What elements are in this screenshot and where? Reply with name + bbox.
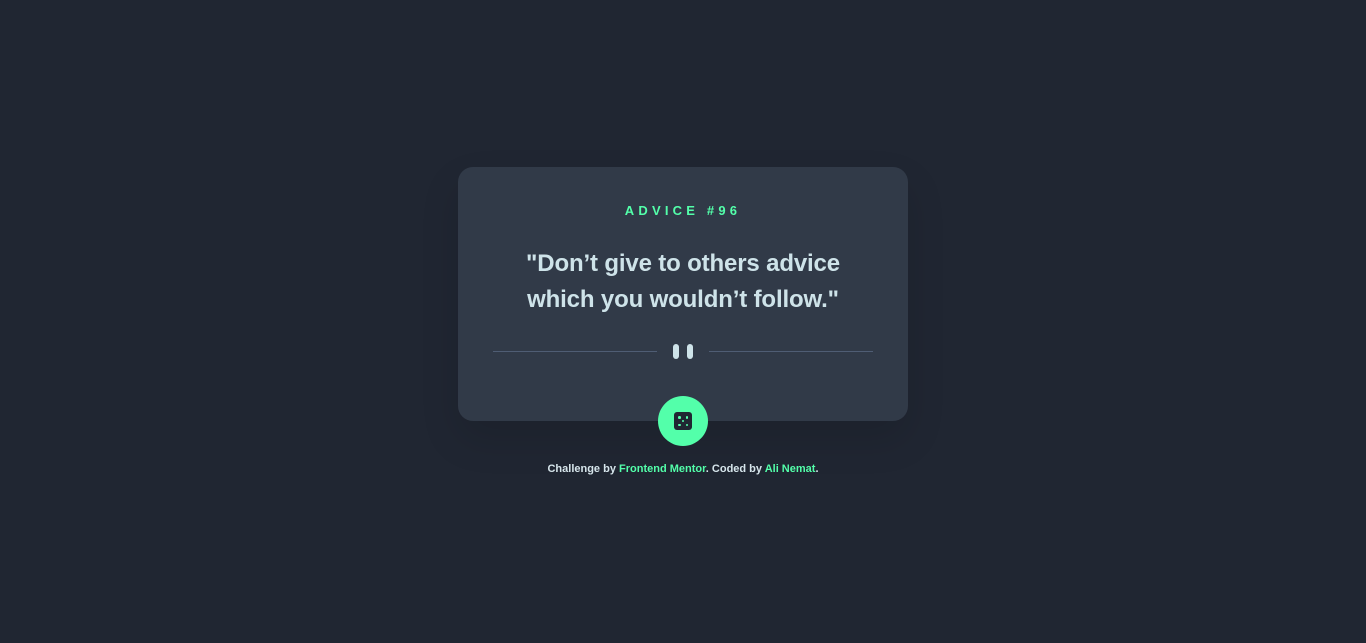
pause-bar-right [687, 344, 693, 359]
pause-icon [673, 344, 693, 359]
divider-line-right [709, 351, 873, 352]
generate-advice-button[interactable] [658, 396, 708, 446]
advice-generator-page: ADVICE #96 "Don’t give to others advice … [0, 0, 1366, 643]
pause-bar-left [673, 344, 679, 359]
dice-dot [685, 416, 688, 419]
attribution-period: . [815, 463, 819, 475]
card-divider [493, 342, 873, 360]
dice-dot [678, 416, 681, 419]
dice-icon [674, 412, 692, 430]
attribution-prefix: Challenge by [547, 463, 616, 475]
frontend-mentor-link[interactable]: Frontend Mentor [619, 463, 706, 475]
author-link[interactable]: Ali Nemat [765, 463, 816, 475]
advice-card: ADVICE #96 "Don’t give to others advice … [458, 167, 908, 421]
divider-line-left [493, 351, 657, 352]
dice-dot [681, 419, 685, 423]
dice-dot [685, 423, 688, 426]
advice-quote: "Don’t give to others advice which you w… [526, 250, 840, 313]
advice-number: ADVICE #96 [624, 203, 742, 218]
attribution: Challenge by Frontend Mentor. Coded by A… [0, 462, 1366, 476]
attribution-coded-by: . Coded by [705, 463, 763, 475]
dice-dot [678, 423, 681, 426]
